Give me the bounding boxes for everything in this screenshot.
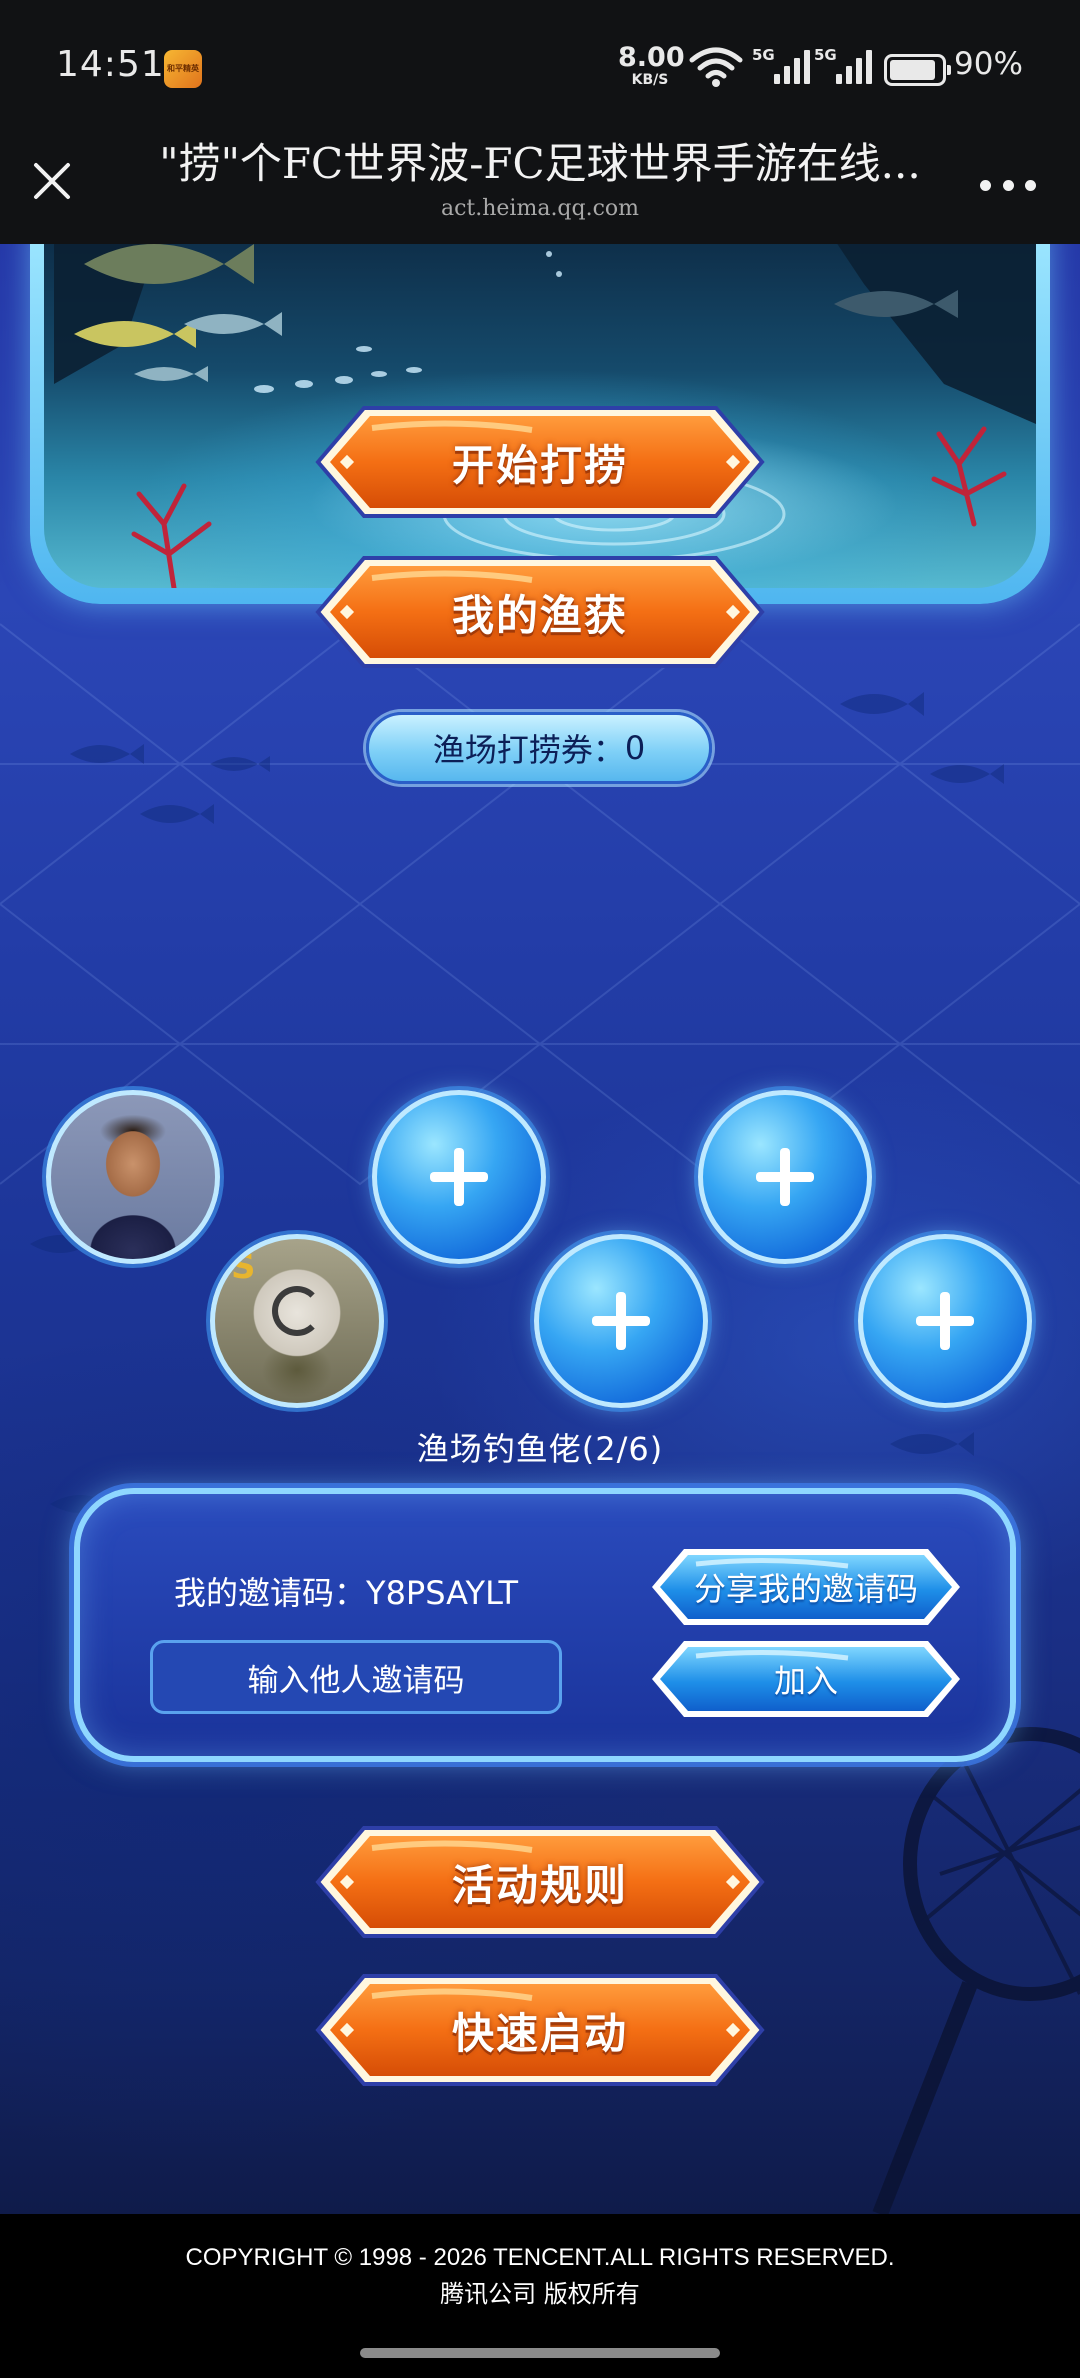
- footer: COPYRIGHT © 1998 - 2026 TENCENT.ALL RIGH…: [0, 2214, 1080, 2378]
- invite-code-placeholder: 输入他人邀请码: [247, 1662, 465, 1699]
- share-invite-code-button[interactable]: 分享我的邀请码: [648, 1546, 964, 1628]
- join-label: 加入: [773, 1662, 838, 1700]
- share-invite-code-label: 分享我的邀请码: [693, 1570, 918, 1608]
- fishing-ticket-badge: 渔场打捞券： 0: [366, 712, 712, 784]
- join-button[interactable]: 加入: [648, 1638, 964, 1720]
- network-speed-value: 8.00: [618, 42, 685, 73]
- network-speed-unit: KB/S: [631, 72, 669, 88]
- start-fishing-label: 开始打捞: [451, 440, 628, 490]
- company-text: 腾讯公司 版权所有: [440, 2280, 640, 2308]
- cell-signal-icon: 5G: [752, 46, 814, 86]
- event-rules-button[interactable]: 活动规则: [312, 1824, 768, 1940]
- invite-code-label: 我的邀请码：: [174, 1574, 367, 1612]
- fishing-net-icon: [872, 1727, 1080, 2214]
- invite-code-value: Y8PSAYLT: [366, 1574, 519, 1612]
- fish-silhouette-icon: [70, 744, 270, 824]
- page-url: act.heima.qq.com: [440, 196, 640, 221]
- close-icon[interactable]: [28, 157, 76, 205]
- status-time: 14:51: [56, 44, 165, 85]
- cell-signal-icon: 5G: [814, 46, 876, 86]
- quick-launch-button[interactable]: 快速启动: [312, 1972, 768, 2088]
- status-bar: 14:51 和平精英 8.00 KB/S 5G 5G 90%: [0, 0, 1080, 122]
- ticket-count: 0: [624, 729, 646, 767]
- network-speed: 8.00 KB/S: [618, 42, 685, 89]
- member-avatar[interactable]: [46, 1090, 220, 1264]
- ticket-label: 渔场打捞券：: [432, 731, 625, 769]
- invite-code-input[interactable]: 输入他人邀请码: [150, 1640, 562, 1714]
- member-avatar[interactable]: S: [210, 1234, 384, 1408]
- invite-member-slot[interactable]: [698, 1090, 872, 1264]
- battery-percent: 90%: [954, 46, 1023, 82]
- quick-launch-label: 快速启动: [451, 2008, 628, 2058]
- my-catch-label: 我的渔获: [451, 590, 628, 640]
- more-menu-icon[interactable]: [980, 178, 1036, 192]
- invite-member-slot[interactable]: [372, 1090, 546, 1264]
- battery-icon: [884, 54, 951, 86]
- start-fishing-button[interactable]: 开始打捞: [312, 404, 768, 520]
- home-indicator[interactable]: [360, 2348, 720, 2358]
- event-rules-label: 活动规则: [451, 1860, 628, 1910]
- page-title: "捞"个FC世界波-FC足球世界手游在线...: [159, 139, 921, 188]
- squad-count-label: 渔场钓鱼佬(2/6): [416, 1430, 664, 1468]
- my-catch-button[interactable]: 我的渔获: [312, 554, 768, 670]
- wifi-icon: [689, 47, 743, 87]
- copyright-text: COPYRIGHT © 1998 - 2026 TENCENT.ALL RIGH…: [185, 2244, 895, 2271]
- event-page: 开始打捞 我的渔获 渔场打捞券： 0 S 渔场钓鱼佬(2/6) 我的邀请码：Y8P…: [0, 244, 1080, 2214]
- invite-panel: 我的邀请码：Y8PSAYLT 分享我的邀请码 输入他人邀请码 加入: [74, 1488, 1016, 1762]
- invite-member-slot[interactable]: [858, 1234, 1032, 1408]
- invite-member-slot[interactable]: [534, 1234, 708, 1408]
- my-invite-code: 我的邀请码：Y8PSAYLT: [174, 1568, 518, 1614]
- fish-silhouette-icon: [840, 692, 1004, 784]
- webview-title-bar: "捞"个FC世界波-FC足球世界手游在线... act.heima.qq.com: [0, 122, 1080, 244]
- app-notification-icon: 和平精英: [164, 50, 202, 88]
